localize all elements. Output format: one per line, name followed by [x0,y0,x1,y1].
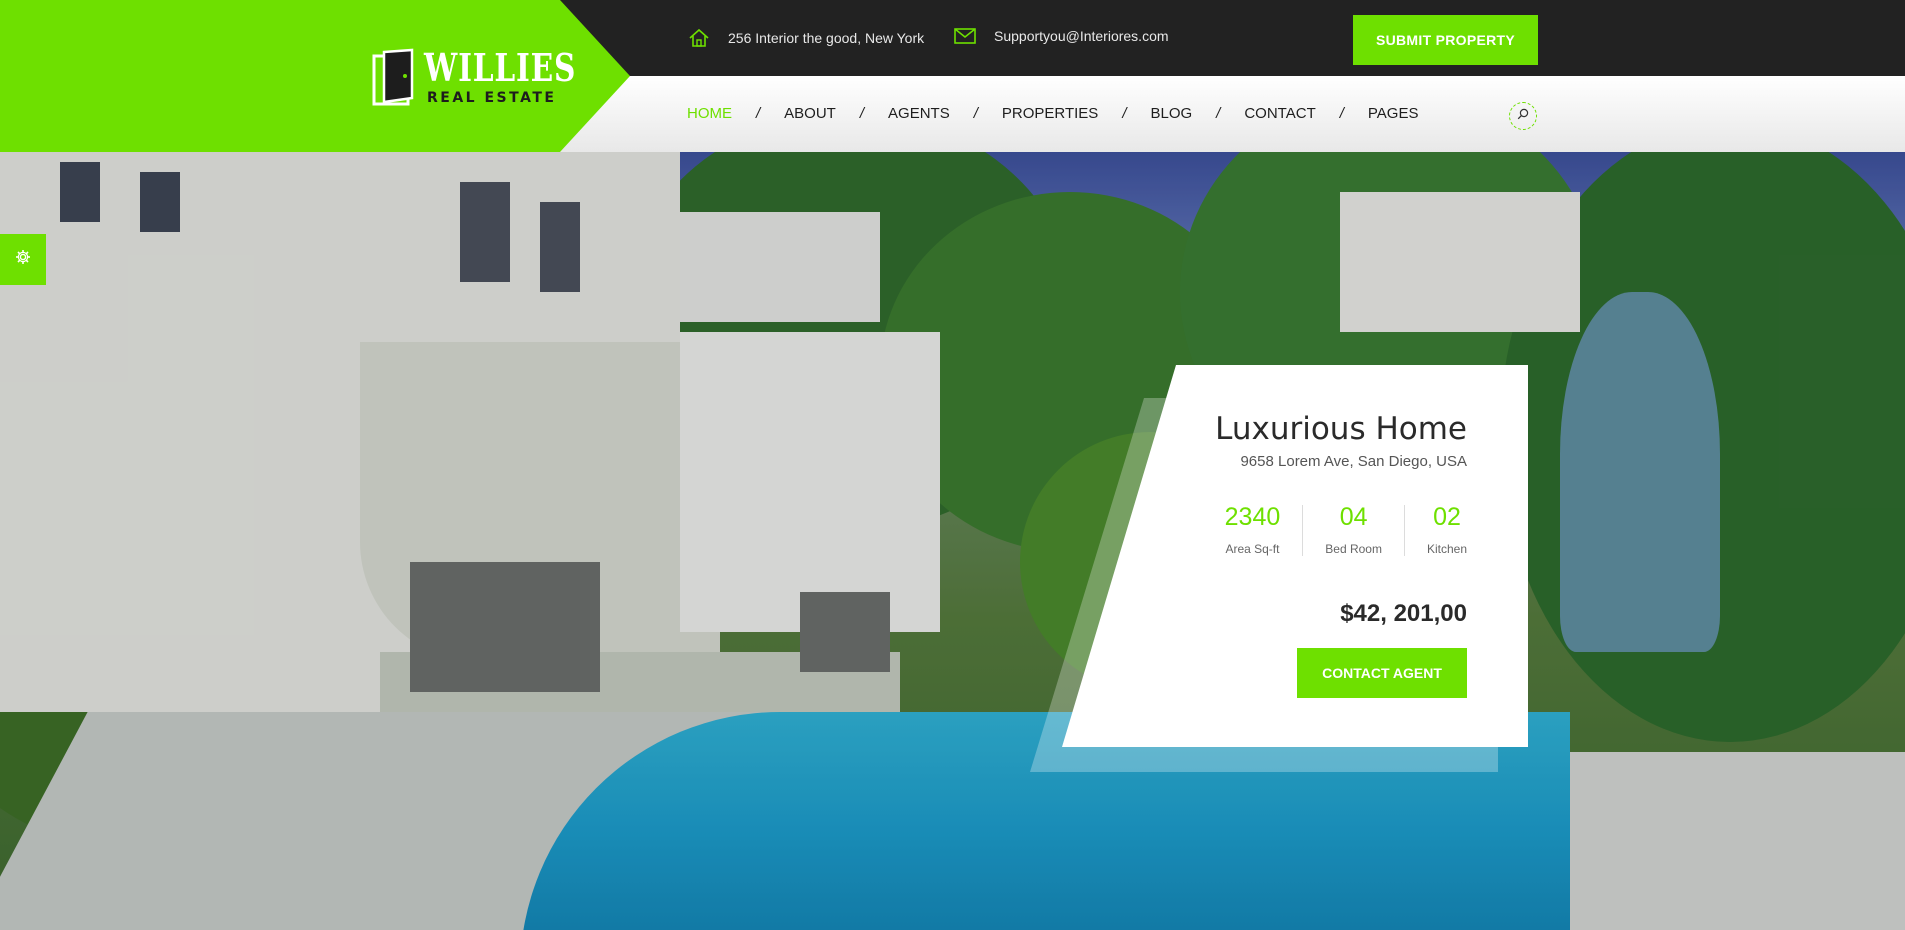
nav-separator: / [1339,105,1344,122]
nav-separator: / [973,105,978,122]
logo-name: WILLIES [424,45,577,90]
email-info[interactable]: Supportyou@Interiores.com [954,28,1169,44]
stat-value: 04 [1339,503,1368,531]
nav-item-about[interactable]: ABOUT [784,105,836,122]
mail-icon [954,28,976,44]
stat-kitchen: 02 Kitchen [1403,503,1467,556]
nav-item-blog[interactable]: BLOG [1150,105,1192,122]
stat-label: Area Sq-ft [1225,542,1280,556]
address-text: 256 Interior the good, New York [728,30,925,46]
logo-tagline: REAL ESTATE [427,90,557,106]
property-stats: 2340 Area Sq-ft 04 Bed Room 02 Kitchen [1225,505,1467,556]
nav-menu: HOME / ABOUT / AGENTS / PROPERTIES / BLO… [687,105,1418,122]
hero-background-image [0,152,1905,930]
submit-property-button[interactable]: SUBMIT PROPERTY [1353,15,1538,65]
search-button[interactable] [1509,102,1537,130]
nav-item-contact[interactable]: CONTACT [1244,105,1315,122]
nav-item-properties[interactable]: PROPERTIES [1002,105,1098,122]
gear-icon [15,249,31,270]
site-logo[interactable]: WILLIES REAL ESTATE [372,46,575,108]
nav-item-pages[interactable]: PAGES [1368,105,1419,122]
nav-item-agents[interactable]: AGENTS [888,105,950,122]
stat-label: Bed Room [1325,542,1382,556]
nav-item-home[interactable]: HOME [687,105,732,122]
nav-separator: / [756,105,761,122]
settings-toggle[interactable] [0,234,46,285]
search-icon [1517,107,1529,125]
stat-label: Kitchen [1426,542,1467,556]
logo-text: WILLIES REAL ESTATE [424,45,619,106]
door-icon [372,48,416,106]
email-link[interactable]: Supportyou@Interiores.com [994,28,1169,44]
nav-separator: / [1216,105,1221,122]
contact-agent-button[interactable]: CONTACT AGENT [1297,648,1467,698]
stat-bedrooms: 04 Bed Room [1302,505,1404,556]
property-title: Luxurious Home [1215,411,1467,447]
stat-area: 2340 Area Sq-ft [1224,503,1303,557]
nav-separator: / [859,105,865,122]
stat-value: 2340 [1224,503,1281,531]
home-icon [688,28,710,48]
nav-separator: / [1122,105,1127,122]
property-price: $42, 201,00 [1340,600,1467,627]
address-info: 256 Interior the good, New York [688,28,924,48]
property-address: 9658 Lorem Ave, San Diego, USA [1240,453,1467,470]
stat-value: 02 [1433,503,1461,531]
